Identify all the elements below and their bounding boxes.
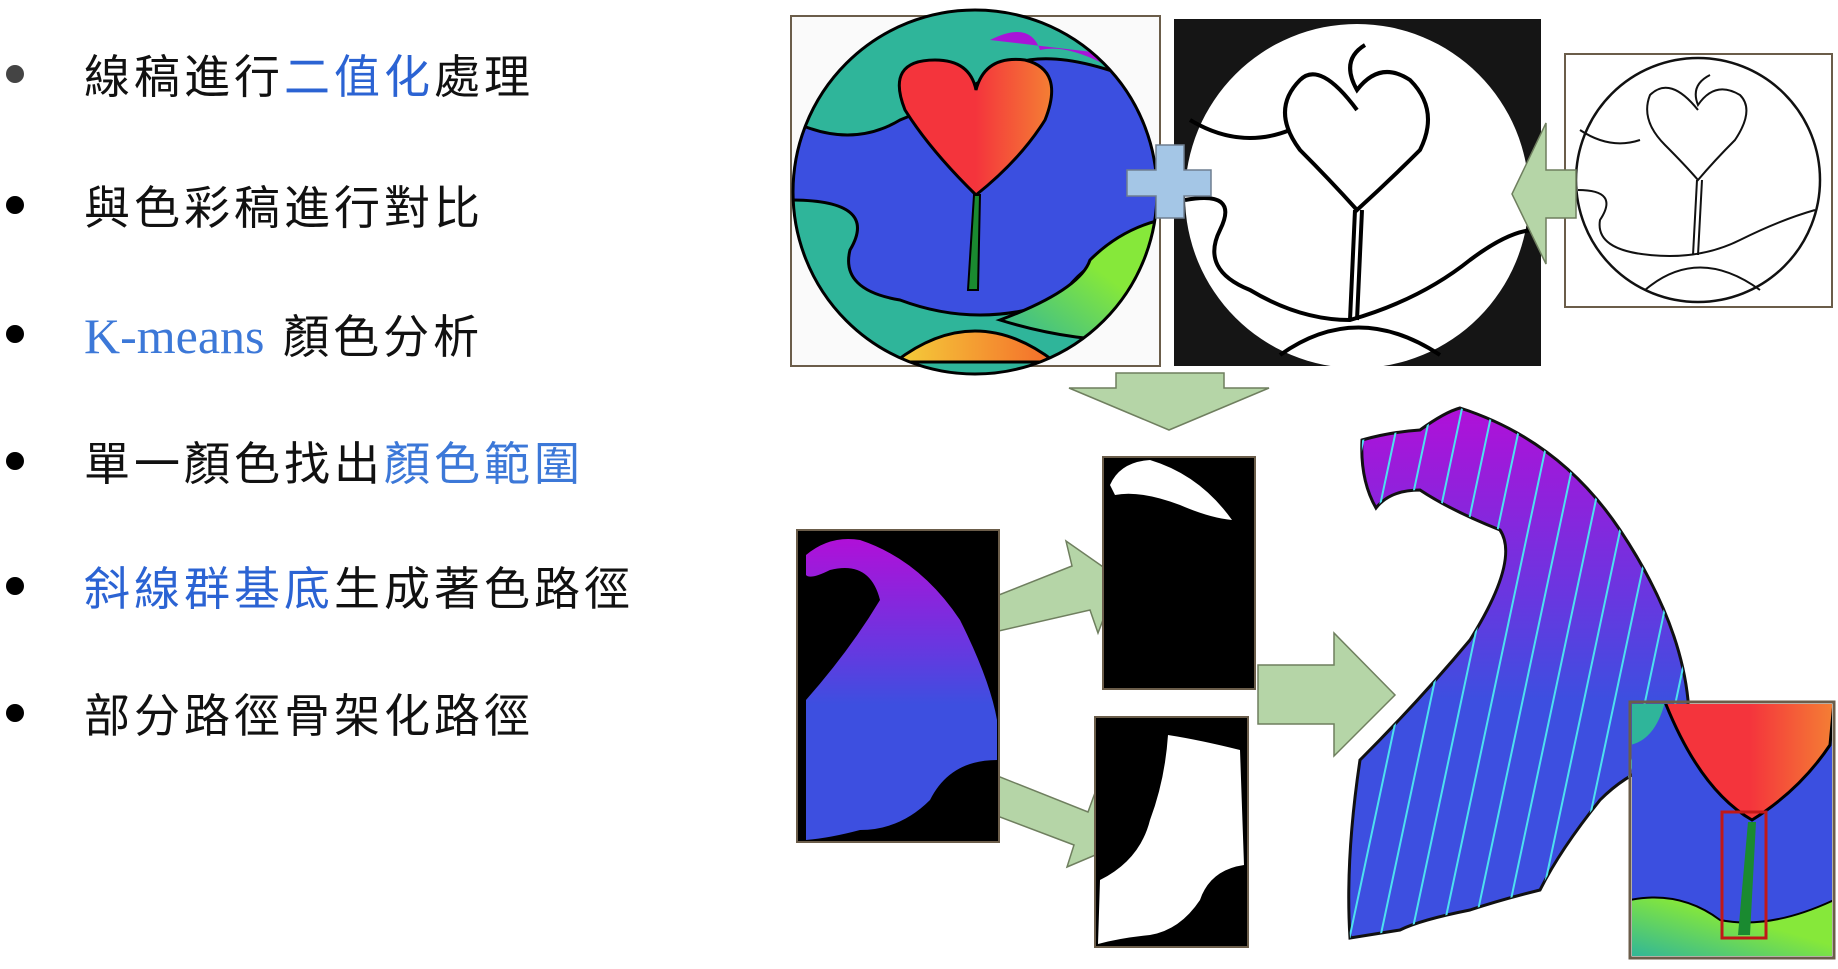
arrow-right-icon [1257, 631, 1397, 758]
colored-circle-image [790, 8, 1161, 376]
mask-purple-image [1102, 456, 1256, 690]
binarized-line-art-image [1174, 19, 1541, 368]
skeleton-inset-image [1628, 700, 1836, 960]
region-crop-image [796, 529, 1000, 843]
pipeline-figure [790, 8, 1836, 960]
arrow-down-icon [1068, 372, 1270, 431]
line-art-image [1564, 53, 1833, 308]
mask-blue-image [1094, 716, 1249, 948]
